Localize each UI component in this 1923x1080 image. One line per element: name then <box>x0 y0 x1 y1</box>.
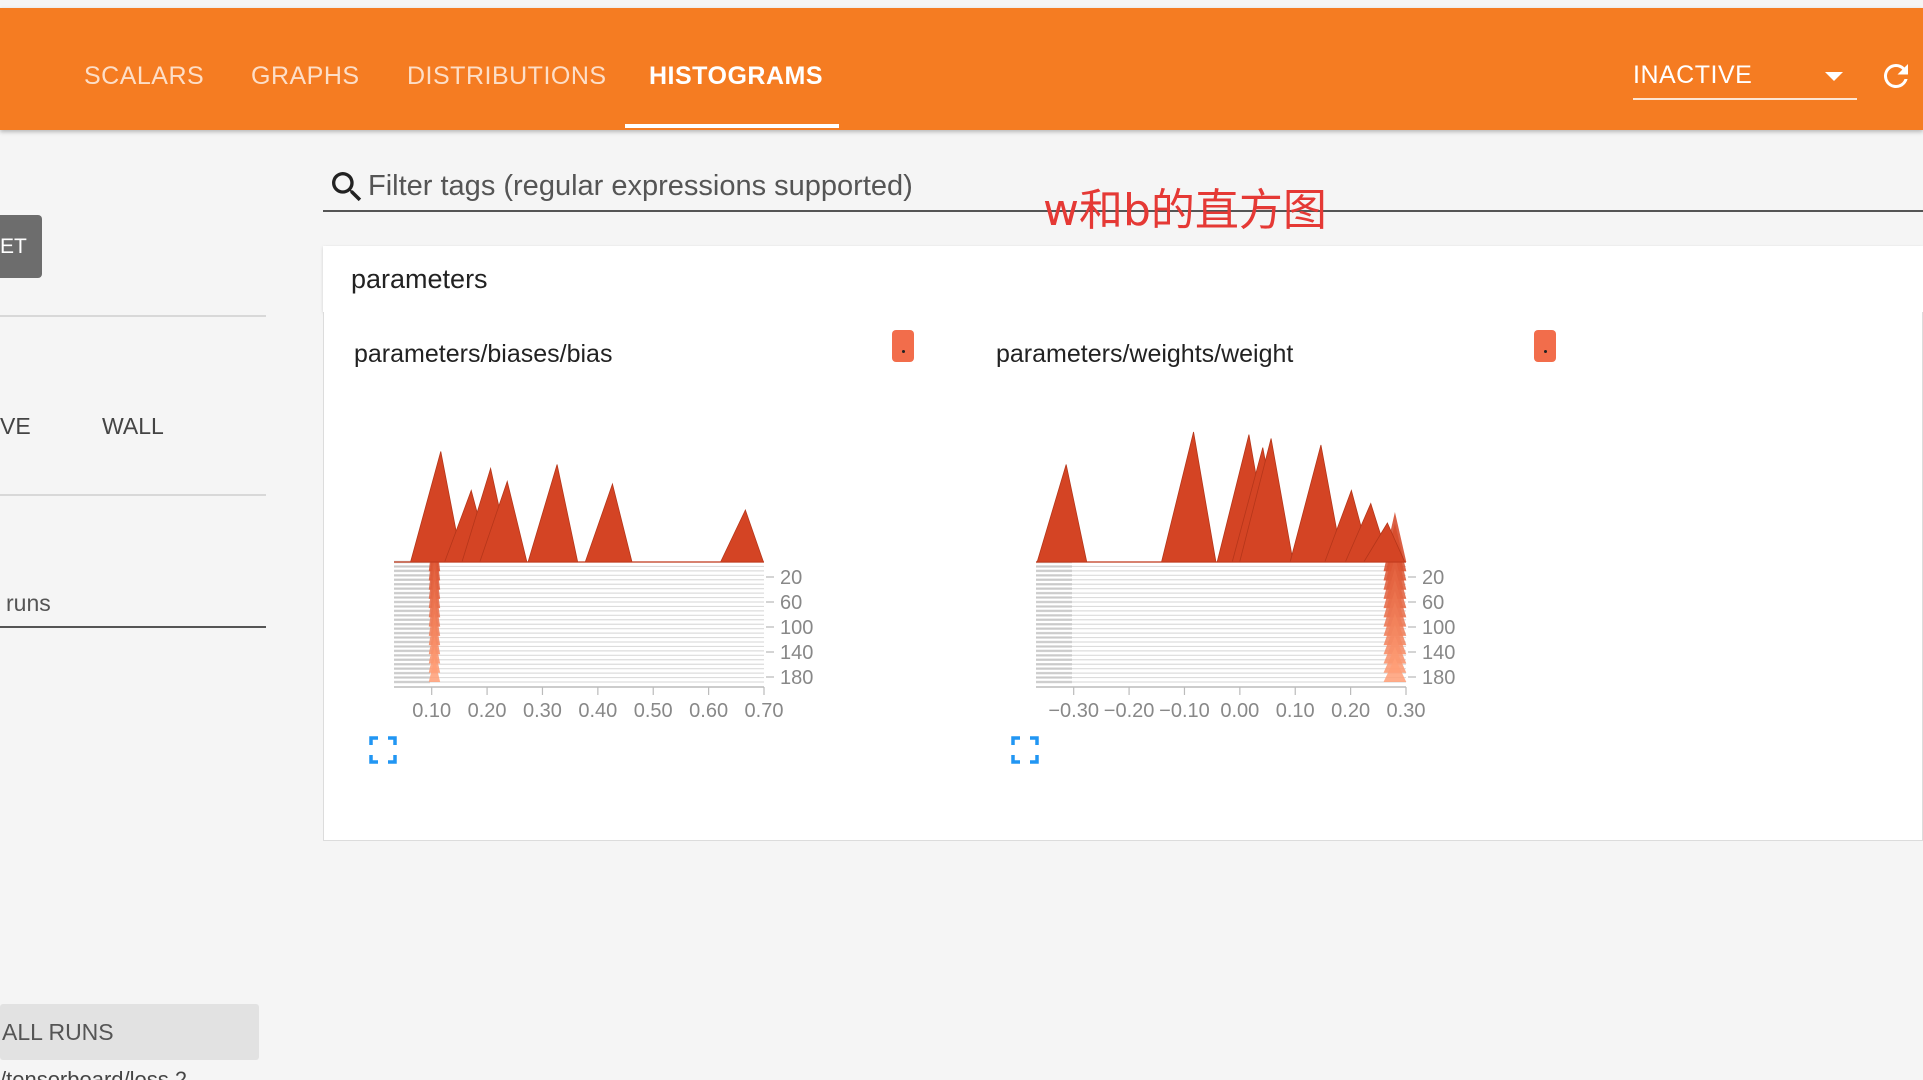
x-axis-label: 0.10 <box>1276 700 1315 722</box>
x-axis-label: −0.20 <box>1104 700 1155 722</box>
sidebar-divider <box>0 315 266 317</box>
x-axis-label: 0.10 <box>412 700 451 722</box>
histogram-card-biases: parameters/biases/bias 20 60 100 140 180 0.10… <box>324 312 964 832</box>
search-icon <box>332 172 362 202</box>
card-title: parameters/weights/weight <box>996 340 1294 368</box>
tab-histograms[interactable]: HISTOGRAMS <box>649 62 823 91</box>
x-axis-label: 0.30 <box>1387 700 1426 722</box>
step-axis-label: 60 <box>1422 592 1444 614</box>
sidebar-reset-button[interactable]: ET <box>0 215 42 278</box>
top-toolbar: SCALARS GRAPHS DISTRIBUTIONS HISTOGRAMS … <box>0 8 1923 130</box>
sidebar-option-relative[interactable]: VE <box>0 413 31 440</box>
refresh-icon[interactable] <box>1878 58 1914 94</box>
category-title: parameters <box>351 264 488 294</box>
step-axis-label: 60 <box>780 592 802 614</box>
card-title: parameters/biases/bias <box>354 340 613 368</box>
tab-graphs[interactable]: GRAPHS <box>251 62 360 91</box>
category-header-parameters[interactable]: parameters <box>323 246 1923 312</box>
tab-distributions[interactable]: DISTRIBUTIONS <box>407 62 607 91</box>
toggle-all-runs-button[interactable]: ALL RUNS <box>0 1004 259 1060</box>
run-color-badge[interactable] <box>1534 330 1556 362</box>
x-axis-label: 0.50 <box>634 700 673 722</box>
sidebar-option-wall[interactable]: WALL <box>102 413 164 440</box>
histogram-peak <box>1161 431 1217 563</box>
x-axis-label: 0.60 <box>689 700 728 722</box>
active-tab-indicator <box>625 124 839 128</box>
histogram-peak <box>527 464 579 563</box>
step-axis-label: 20 <box>1422 567 1444 589</box>
step-axis-label: 180 <box>780 667 813 689</box>
run-path-label[interactable]: /tensorboard/loss 2 <box>0 1067 187 1080</box>
tab-scalars[interactable]: SCALARS <box>84 62 204 91</box>
annotation-text: w和b的直方图 <box>1043 185 1327 236</box>
step-axis-label: 140 <box>1422 642 1455 664</box>
expand-icon[interactable] <box>1011 736 1039 764</box>
histogram-card-weights: parameters/weights/weight 20 60 100 140 180 −… <box>966 312 1606 832</box>
x-axis-label: 0.20 <box>1331 700 1370 722</box>
expand-icon[interactable] <box>369 736 397 764</box>
histogram-peak <box>719 508 765 563</box>
histogram-cards-pane: parameters/biases/bias 20 60 100 140 180 0.10… <box>323 312 1923 841</box>
histogram-peak <box>584 482 633 563</box>
x-axis-label: 0.00 <box>1220 700 1259 722</box>
step-axis-label: 100 <box>1422 617 1455 639</box>
x-axis-label: 0.70 <box>745 700 784 722</box>
histogram-peak <box>1036 464 1088 563</box>
step-axis-label: 20 <box>780 567 802 589</box>
caret-down-icon <box>1825 72 1843 81</box>
run-selector-dropdown[interactable]: INACTIVE <box>1633 58 1857 100</box>
step-axis-label: 100 <box>780 617 813 639</box>
histogram-chart-biases: 20 60 100 140 180 0.10 0.20 0.30 0.40 0.50 0.60 0.7… <box>394 451 813 722</box>
run-selector-label: INACTIVE <box>1633 61 1753 89</box>
runs-filter-placeholder: runs <box>6 590 51 616</box>
step-axis-label: 180 <box>1422 667 1455 689</box>
x-axis-label: 0.40 <box>578 700 617 722</box>
x-axis-label: −0.30 <box>1048 700 1099 722</box>
runs-filter-input[interactable]: runs <box>0 582 266 628</box>
histogram-chart-weights: 20 60 100 140 180 −0.30 −0.20 −0.10 0.00 0.10 0.20… <box>1036 431 1455 722</box>
x-axis-label: 0.20 <box>468 700 507 722</box>
x-axis-label: −0.10 <box>1159 700 1210 722</box>
run-color-badge[interactable] <box>892 330 914 362</box>
step-axis-label: 140 <box>780 642 813 664</box>
x-axis-label: 0.30 <box>523 700 562 722</box>
sidebar-divider <box>0 494 266 496</box>
